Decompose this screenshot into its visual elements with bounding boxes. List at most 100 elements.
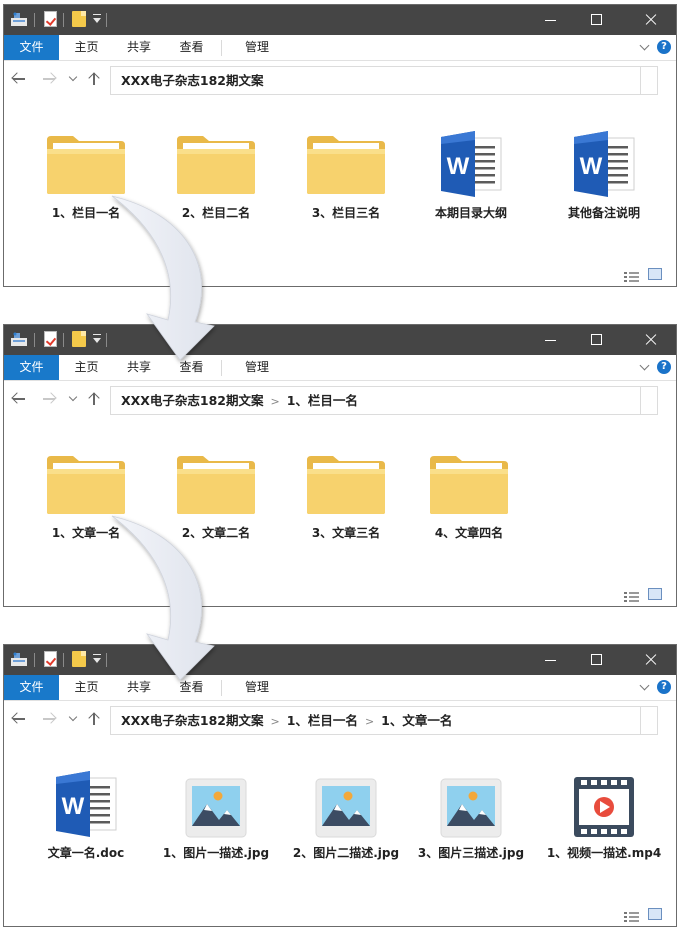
- recent-locations-chevron-icon[interactable]: [68, 712, 78, 722]
- breadcrumb-item[interactable]: XXX电子杂志182期文案: [121, 707, 264, 734]
- address-bar[interactable]: XXX电子杂志182期文案 >1、栏目一名 >1、文章一名: [110, 706, 658, 735]
- toolbar-separator: [106, 333, 107, 347]
- up-arrow-icon[interactable]: [88, 712, 100, 726]
- close-icon[interactable]: [628, 5, 674, 35]
- folder-icon: [45, 132, 127, 196]
- new-folder-icon[interactable]: [72, 11, 86, 27]
- large-icons-view-icon[interactable]: [648, 588, 662, 600]
- title-bar[interactable]: [4, 5, 676, 35]
- file-item[interactable]: 2、文章二名: [156, 418, 276, 548]
- breadcrumb-item[interactable]: 1、文章一名: [381, 707, 452, 734]
- tab-view[interactable]: 查看: [164, 355, 219, 380]
- large-icons-view-icon[interactable]: [648, 268, 662, 280]
- checkmark-properties-icon[interactable]: [44, 11, 57, 27]
- forward-arrow-icon[interactable]: [42, 73, 56, 85]
- file-item[interactable]: 3、文章三名: [286, 418, 406, 548]
- tab-manage[interactable]: 管理: [227, 35, 287, 60]
- address-bar[interactable]: XXX电子杂志182期文案 >1、栏目一名: [110, 386, 658, 415]
- expand-ribbon-chevron-icon[interactable]: [639, 680, 650, 691]
- tab-file[interactable]: 文件: [4, 355, 59, 380]
- new-folder-icon[interactable]: [72, 651, 86, 667]
- properties-icon[interactable]: [10, 11, 28, 29]
- file-item[interactable]: 3、图片三描述.jpg: [411, 738, 531, 868]
- large-icons-view-icon[interactable]: [648, 908, 662, 920]
- properties-icon[interactable]: [10, 651, 28, 669]
- close-icon[interactable]: [628, 325, 674, 355]
- tab-manage[interactable]: 管理: [227, 675, 287, 700]
- view-switcher: [624, 908, 668, 922]
- tab-home[interactable]: 主页: [59, 355, 114, 380]
- file-item-label: 1、文章一名: [51, 526, 121, 540]
- expand-ribbon-chevron-icon[interactable]: [639, 360, 650, 371]
- forward-arrow-icon[interactable]: [42, 713, 56, 725]
- tab-home[interactable]: 主页: [59, 35, 114, 60]
- minimize-icon[interactable]: [528, 5, 574, 35]
- expand-ribbon-chevron-icon[interactable]: [639, 40, 650, 51]
- tab-share[interactable]: 共享: [114, 355, 164, 380]
- maximize-icon[interactable]: [574, 325, 620, 355]
- breadcrumb-item[interactable]: 1、栏目一名: [287, 707, 358, 734]
- breadcrumb-separator: >: [270, 715, 280, 728]
- new-folder-icon[interactable]: [72, 331, 86, 347]
- properties-icon[interactable]: [10, 331, 28, 349]
- help-icon[interactable]: ?: [657, 360, 671, 374]
- back-arrow-icon[interactable]: [12, 73, 26, 85]
- tab-share[interactable]: 共享: [114, 675, 164, 700]
- minimize-icon[interactable]: [528, 325, 574, 355]
- customize-toolbar-chevron-icon[interactable]: [93, 334, 101, 343]
- tab-file[interactable]: 文件: [4, 675, 59, 700]
- checkmark-properties-icon[interactable]: [44, 651, 57, 667]
- toolbar-separator: [63, 653, 64, 667]
- details-view-icon[interactable]: [624, 268, 640, 282]
- file-item-label: 文章一名.doc: [47, 846, 125, 860]
- file-item[interactable]: 1、栏目一名: [26, 98, 146, 228]
- recent-locations-chevron-icon[interactable]: [68, 392, 78, 402]
- file-item-label: 1、视频一描述.mp4: [546, 846, 662, 860]
- up-arrow-icon[interactable]: [88, 72, 100, 86]
- folder-icon: [305, 452, 387, 516]
- checkmark-properties-icon[interactable]: [44, 331, 57, 347]
- tab-view[interactable]: 查看: [164, 35, 219, 60]
- tab-manage[interactable]: 管理: [227, 355, 287, 380]
- file-item[interactable]: 3、栏目三名: [286, 98, 406, 228]
- forward-arrow-icon[interactable]: [42, 393, 56, 405]
- file-item[interactable]: 1、文章一名: [26, 418, 146, 548]
- file-item[interactable]: W 其他备注说明: [544, 98, 664, 228]
- details-view-icon[interactable]: [624, 588, 640, 602]
- file-item[interactable]: W 文章一名.doc: [26, 738, 146, 868]
- image-file-icon: [440, 778, 502, 838]
- tab-view[interactable]: 查看: [164, 675, 219, 700]
- file-item[interactable]: 4、文章四名: [409, 418, 529, 548]
- file-item[interactable]: 1、图片一描述.jpg: [156, 738, 276, 868]
- help-icon[interactable]: ?: [657, 40, 671, 54]
- file-item[interactable]: 2、栏目二名: [156, 98, 276, 228]
- file-item-label: 1、栏目一名: [51, 206, 121, 220]
- image-file-icon: [185, 778, 247, 838]
- tab-file[interactable]: 文件: [4, 35, 59, 60]
- up-arrow-icon[interactable]: [88, 392, 100, 406]
- back-arrow-icon[interactable]: [12, 713, 26, 725]
- file-item[interactable]: W 本期目录大纲: [411, 98, 531, 228]
- tab-home[interactable]: 主页: [59, 675, 114, 700]
- close-icon[interactable]: [628, 645, 674, 675]
- breadcrumb-item[interactable]: XXX电子杂志182期文案: [121, 387, 264, 414]
- file-item[interactable]: 2、图片二描述.jpg: [286, 738, 406, 868]
- back-arrow-icon[interactable]: [12, 393, 26, 405]
- title-bar[interactable]: [4, 325, 676, 355]
- breadcrumb-item[interactable]: XXX电子杂志182期文案: [121, 67, 264, 94]
- tab-share[interactable]: 共享: [114, 35, 164, 60]
- details-view-icon[interactable]: [624, 908, 640, 922]
- maximize-icon[interactable]: [574, 645, 620, 675]
- address-bar-divider: [640, 387, 641, 414]
- title-bar[interactable]: [4, 645, 676, 675]
- maximize-icon[interactable]: [574, 5, 620, 35]
- folder-icon: [175, 452, 257, 516]
- help-icon[interactable]: ?: [657, 680, 671, 694]
- file-item[interactable]: 1、视频一描述.mp4: [544, 738, 664, 868]
- address-bar[interactable]: XXX电子杂志182期文案: [110, 66, 658, 95]
- customize-toolbar-chevron-icon[interactable]: [93, 654, 101, 663]
- minimize-icon[interactable]: [528, 645, 574, 675]
- recent-locations-chevron-icon[interactable]: [68, 72, 78, 82]
- breadcrumb-item[interactable]: 1、栏目一名: [287, 387, 358, 414]
- customize-toolbar-chevron-icon[interactable]: [93, 14, 101, 23]
